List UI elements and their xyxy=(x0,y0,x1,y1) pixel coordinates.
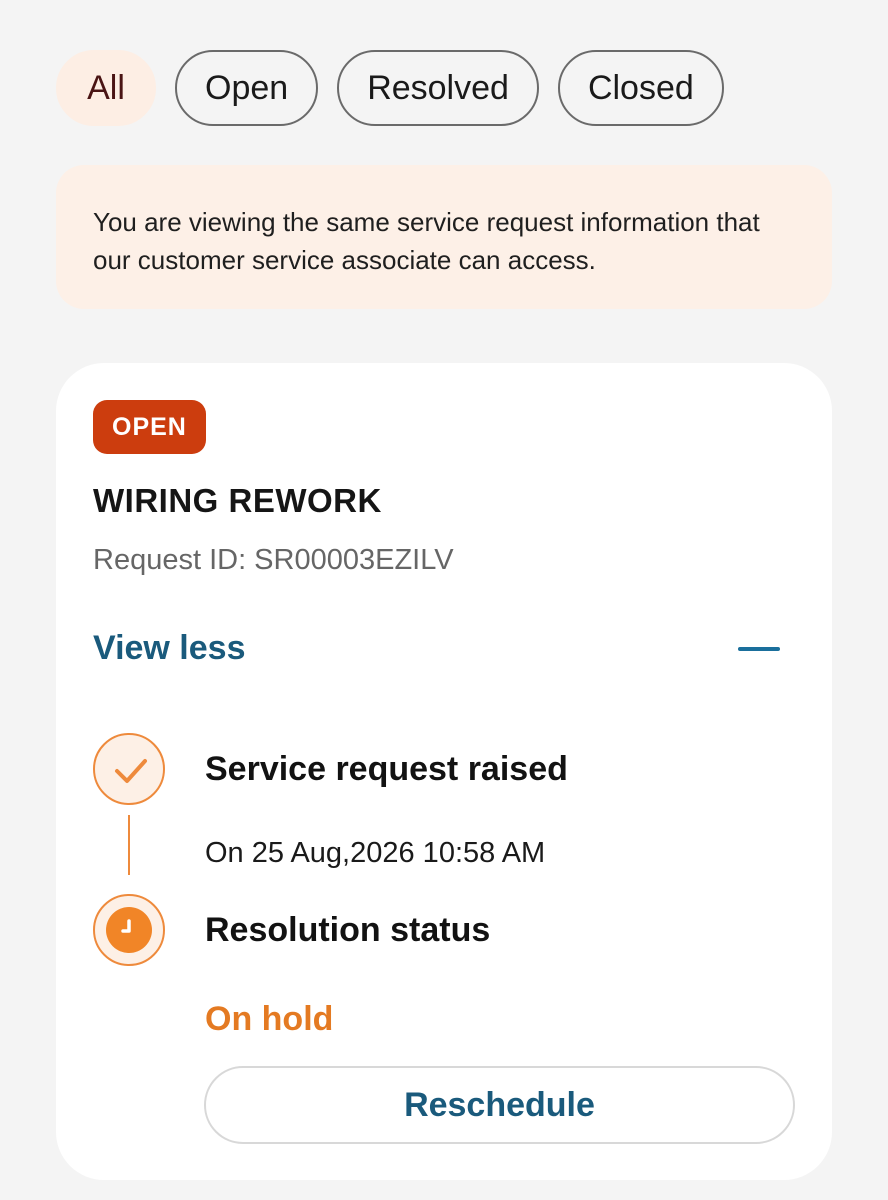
resolution-status-value: On hold xyxy=(205,1000,334,1038)
filter-chip-open[interactable]: Open xyxy=(175,50,319,126)
filter-chip-all[interactable]: All xyxy=(56,50,156,126)
minus-icon[interactable] xyxy=(738,647,780,651)
view-less-link[interactable]: View less xyxy=(93,629,246,668)
info-notice: You are viewing the same service request… xyxy=(56,165,832,309)
clock-icon xyxy=(93,894,165,966)
request-id: Request ID: SR00003EZILV xyxy=(93,544,454,576)
service-request-card: OPEN WIRING REWORK Request ID: SR00003EZ… xyxy=(56,363,832,1180)
filter-chip-closed[interactable]: Closed xyxy=(557,50,724,126)
timeline-step-title: Resolution status xyxy=(205,911,491,949)
filter-chip-resolved[interactable]: Resolved xyxy=(337,50,539,126)
status-filter-bar: All Open Resolved Closed xyxy=(56,50,724,126)
timeline-step-title: Service request raised xyxy=(205,750,568,788)
checkmark-icon xyxy=(93,733,165,805)
reschedule-button[interactable]: Reschedule xyxy=(204,1066,795,1144)
status-badge: OPEN xyxy=(93,400,206,454)
timeline-connector xyxy=(128,815,130,875)
request-title: WIRING REWORK xyxy=(93,482,382,519)
timeline-step-date: On 25 Aug,2026 10:58 AM xyxy=(205,837,546,869)
